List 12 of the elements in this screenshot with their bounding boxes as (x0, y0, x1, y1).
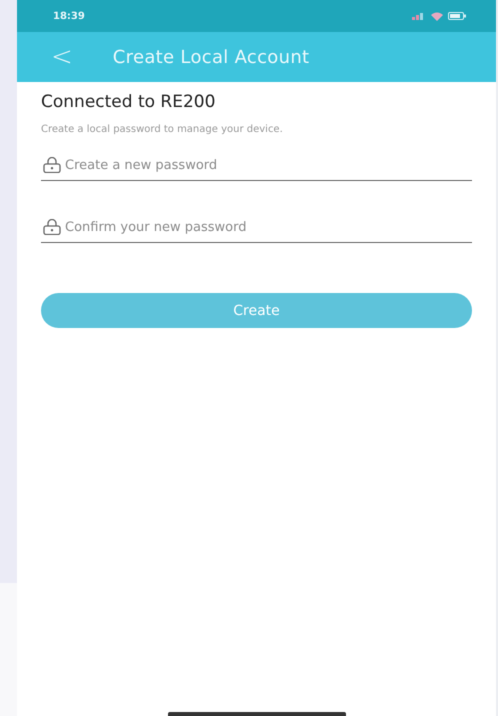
wifi-icon (431, 12, 443, 20)
lock-icon (43, 157, 61, 173)
screen-title: Create Local Account (112, 46, 310, 68)
heading: Connected to RE200 (41, 92, 216, 112)
status-time: 18:39 (53, 10, 85, 22)
back-button[interactable]: < (41, 44, 83, 70)
description: Create a local password to manage your device. (41, 124, 284, 135)
battery-icon (448, 12, 466, 20)
password-field[interactable]: Create a new password (65, 158, 470, 172)
signal-icon (412, 12, 426, 20)
lock-icon (43, 219, 61, 235)
password-field[interactable]: Confirm your new password (65, 220, 470, 234)
